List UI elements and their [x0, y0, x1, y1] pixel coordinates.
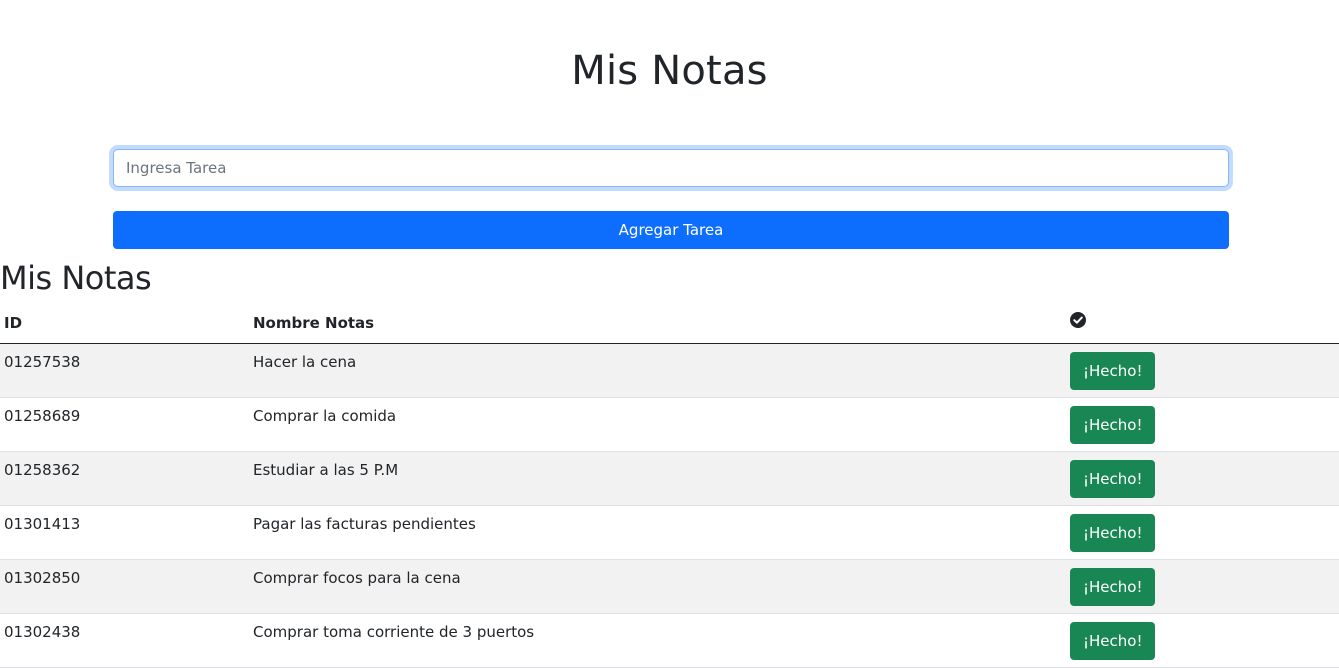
done-button[interactable]: ¡Hecho! — [1070, 568, 1156, 606]
note-action-cell: ¡Hecho! — [1066, 505, 1339, 560]
note-id-cell: 01302438 — [0, 613, 249, 668]
note-name-cell: Comprar focos para la cena — [249, 559, 1066, 614]
note-action-cell: ¡Hecho! — [1066, 559, 1339, 614]
done-button[interactable]: ¡Hecho! — [1070, 352, 1156, 390]
note-id-cell: 01257538 — [0, 343, 249, 398]
table-row: 01257538 Hacer la cena ¡Hecho! — [0, 343, 1339, 398]
note-name-cell: Pagar las facturas pendientes — [249, 505, 1066, 560]
table-body: 01257538 Hacer la cena ¡Hecho! 01258689 Comp… — [0, 343, 1339, 668]
table-header: ID Nombre Notas — [0, 303, 1339, 344]
note-id-cell: 01302850 — [0, 559, 249, 614]
done-button[interactable]: ¡Hecho! — [1070, 622, 1156, 660]
column-header-name: Nombre Notas — [249, 303, 1066, 344]
note-id-cell: 01258362 — [0, 451, 249, 506]
done-button[interactable]: ¡Hecho! — [1070, 460, 1156, 498]
note-id-cell: 01258689 — [0, 397, 249, 452]
notes-table: ID Nombre Notas 01257538 Hacer la cena ¡He… — [0, 303, 1339, 668]
note-id-cell: 01301413 — [0, 505, 249, 560]
table-header-row: ID Nombre Notas — [0, 303, 1339, 344]
table-row: 01302850 Comprar focos para la cena ¡Hecho… — [0, 559, 1339, 614]
done-button[interactable]: ¡Hecho! — [1070, 406, 1156, 444]
column-header-status — [1066, 303, 1339, 344]
note-action-cell: ¡Hecho! — [1066, 451, 1339, 506]
table-row: 01258689 Comprar la comida ¡Hecho! — [0, 397, 1339, 452]
table-row: 01301413 Pagar las facturas pendientes ¡He… — [0, 505, 1339, 560]
section-title: Mis Notas — [0, 259, 152, 297]
note-action-cell: ¡Hecho! — [1066, 613, 1339, 668]
note-action-cell: ¡Hecho! — [1066, 343, 1339, 398]
note-name-cell: Hacer la cena — [249, 343, 1066, 398]
column-header-id: ID — [0, 303, 249, 344]
add-task-button[interactable]: Agregar Tarea — [113, 211, 1229, 249]
note-name-cell: Estudiar a las 5 P.M — [249, 451, 1066, 506]
table-row: 01258362 Estudiar a las 5 P.M ¡Hecho! — [0, 451, 1339, 506]
note-name-cell: Comprar toma corriente de 3 puertos — [249, 613, 1066, 668]
page-title: Mis Notas — [571, 48, 768, 94]
note-name-cell: Comprar la comida — [249, 397, 1066, 452]
task-input[interactable] — [113, 149, 1229, 187]
note-action-cell: ¡Hecho! — [1066, 397, 1339, 452]
check-circle-icon — [1070, 312, 1086, 332]
table-row: 01302438 Comprar toma corriente de 3 puer… — [0, 613, 1339, 668]
done-button[interactable]: ¡Hecho! — [1070, 514, 1156, 552]
